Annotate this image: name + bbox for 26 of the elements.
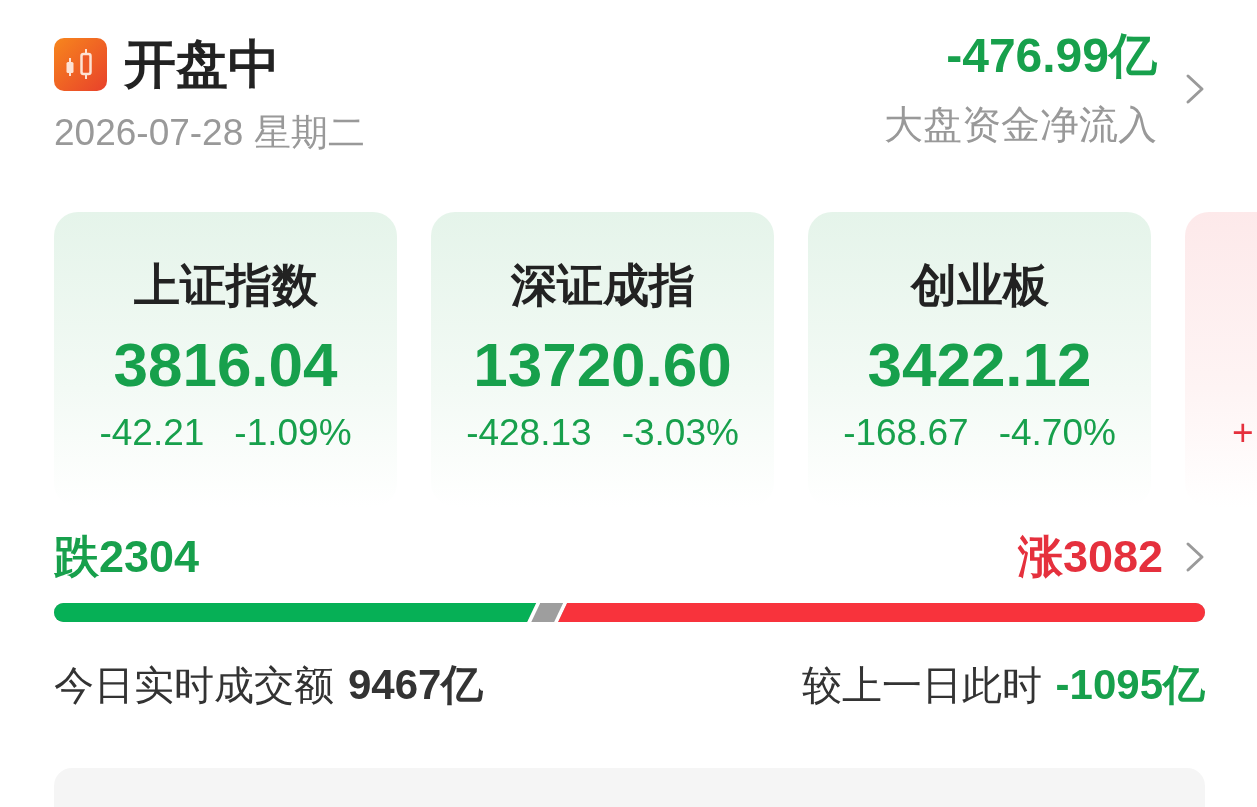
index-change: -168.67 <box>843 411 969 455</box>
index-name: 深证成指 <box>510 258 695 313</box>
comparison-label: 较上一日此时 <box>801 662 1042 709</box>
decline-count: 跌2304 <box>54 532 200 582</box>
index-value: 3422.12 <box>867 330 1092 400</box>
index-value: 3816.04 <box>113 330 338 400</box>
index-name: 创业板 <box>910 258 1049 313</box>
index-change: -428.13 <box>466 411 592 455</box>
index-change: -42.21 <box>99 411 205 455</box>
index-change-percent: -1.09% <box>234 411 352 455</box>
chevron-right-icon[interactable] <box>1185 72 1205 105</box>
chevron-right-icon[interactable] <box>1185 541 1205 573</box>
date-text: 2026-07-28 星期二 <box>54 111 365 155</box>
index-change-percent: -4.70% <box>998 411 1116 455</box>
index-change-percent: -3.03% <box>621 411 739 455</box>
comparison-value: -1095亿 <box>1055 661 1205 709</box>
index-value: 13720.60 <box>473 330 732 400</box>
advance-count: 涨3082 <box>1017 532 1163 582</box>
status-title: 开盘中 <box>124 34 280 94</box>
turnover-value: 9467亿 <box>348 661 484 709</box>
index-change: + <box>1232 411 1254 455</box>
net-inflow-label: 大盘资金净流入 <box>884 103 1157 147</box>
candlestick-icon <box>54 37 107 91</box>
turnover-label: 今日实时成交额 <box>54 662 334 709</box>
net-inflow-value: -476.99亿 <box>946 30 1157 82</box>
index-name: 上证指数 <box>133 258 318 313</box>
